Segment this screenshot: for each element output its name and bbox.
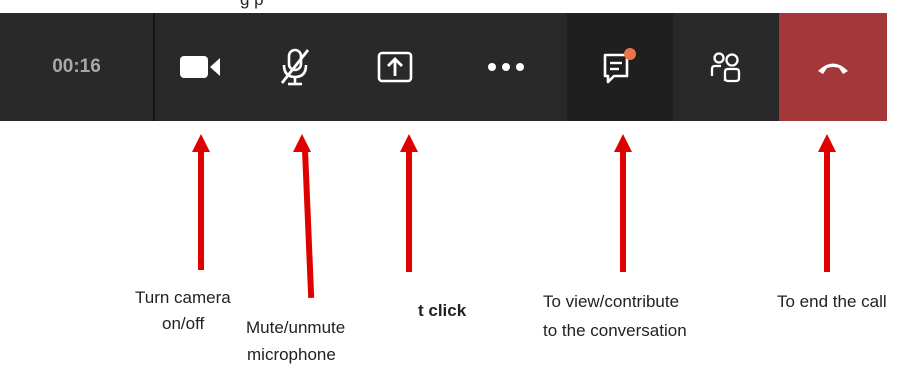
camera-annotation-line2: on/off — [162, 314, 205, 333]
microphone-muted-icon — [280, 48, 310, 86]
share-arrow — [406, 150, 412, 272]
microphone-annotation-line2: microphone — [247, 345, 336, 364]
chat-button[interactable] — [567, 13, 673, 121]
hangup-arrow — [824, 150, 830, 272]
share-annotation: t click — [418, 301, 467, 320]
camera-annotation-line1: Turn camera — [135, 288, 231, 307]
notification-badge — [624, 48, 636, 60]
microphone-arrow — [302, 149, 315, 298]
chat-icon — [603, 48, 636, 84]
share-screen-icon — [377, 51, 413, 83]
hangup-annotation: To end the call — [777, 292, 887, 311]
share-screen-button[interactable] — [345, 13, 445, 121]
participants-button[interactable] — [673, 13, 779, 121]
video-camera-icon — [180, 56, 220, 78]
call-timer: 00:16 — [0, 13, 155, 121]
camera-button[interactable] — [155, 13, 245, 121]
hang-up-button[interactable] — [779, 13, 887, 121]
microphone-annotation-line1: Mute/unmute — [246, 316, 352, 340]
meeting-toolbar: 00:16 — [0, 13, 887, 121]
more-options-button[interactable] — [445, 13, 567, 121]
cropped-heading-fragment: g p — [240, 0, 640, 10]
chat-arrow — [620, 150, 626, 272]
chat-annotation-line2: to the conversation — [543, 321, 687, 340]
camera-arrow — [198, 150, 204, 270]
microphone-button[interactable] — [245, 13, 345, 121]
more-options-icon — [488, 63, 524, 71]
participants-icon — [710, 52, 741, 83]
chat-annotation-line1: To view/contribute — [543, 292, 680, 311]
hang-up-icon — [818, 63, 848, 74]
